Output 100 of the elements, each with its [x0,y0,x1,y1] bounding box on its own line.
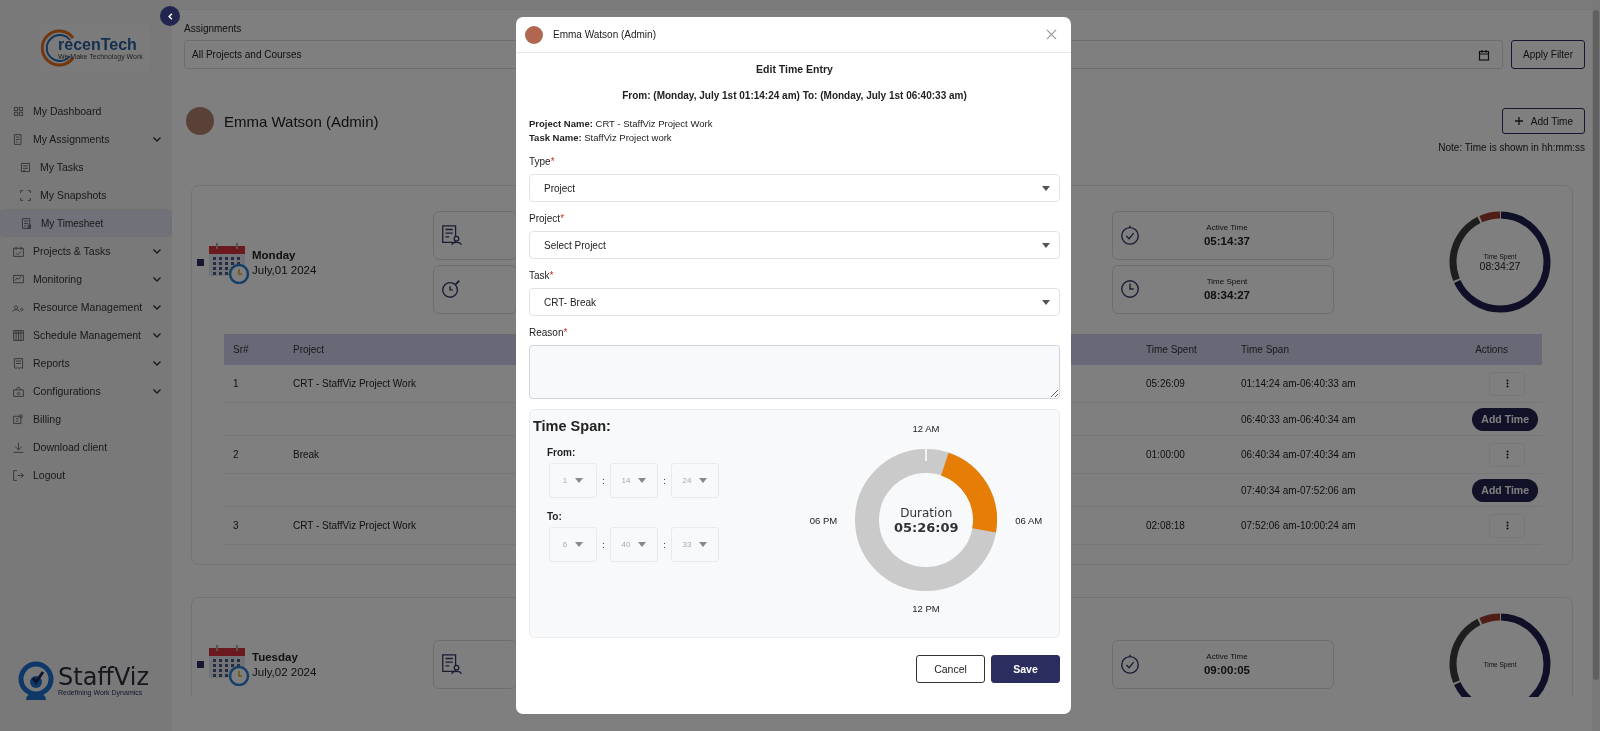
calendar-icon [1478,48,1490,61]
info-line: Task Name: StaffViz Project work [529,131,673,145]
cancel-button[interactable]: Cancel [916,655,985,683]
more-actions-button[interactable] [1489,513,1525,538]
caret-icon [1042,299,1050,305]
avatar [186,107,214,135]
time-format-note: Note: Time is shown in hh:mm:ss [1438,142,1585,153]
table-cell: 07:40:34 am-07:52:06 am [1241,484,1356,496]
dialog-user-name: Emma Watson (Admin) [553,29,656,40]
sidebar-item[interactable]: Resource Management [0,293,172,321]
sidebar-item[interactable]: My Tasks [0,153,172,181]
caret-icon [699,542,708,547]
sidebar-item[interactable]: My Timesheet [0,209,172,237]
field-label: Project* [529,213,566,224]
menu-item-icon [20,216,33,230]
stat-value: 08:34:27 [1203,289,1250,301]
sidebar-item[interactable]: My Assignments [0,125,172,153]
add-time-button[interactable]: Add Time [1472,478,1538,502]
avatar [525,25,543,44]
table-cell: 3 [233,520,239,531]
dial-label: 12 AM [912,423,940,434]
day-date: July,02 2024 [252,665,317,678]
ring-value: 08:34:27 [1479,259,1521,272]
table-cell: CRT - StaffViz Project Work [293,520,416,531]
clock-check-icon [1119,224,1141,246]
info-line: Project Name: CRT - StaffViz Project Work [529,117,714,131]
kebab-menu-icon [1505,521,1509,530]
caret-icon [1042,242,1050,248]
caret-icon [1042,185,1050,191]
dialog-title: Edit Time Entry [755,63,834,75]
select-field[interactable]: CRT- Break [529,288,1060,316]
field-label: Task* [529,270,555,281]
sidebar-item[interactable]: Reports [0,349,172,377]
sidebar-item[interactable]: Monitoring [0,265,172,293]
sidebar-item[interactable]: Download client [0,433,172,461]
sidebar-item[interactable]: My Dashboard [0,97,172,125]
scrollbar[interactable] [1592,0,1600,731]
table-cell: CRT - StaffViz Project Work [293,378,416,389]
apply-filter-button[interactable]: Apply Filter [1511,40,1585,69]
field-label: Type* [529,156,556,167]
section-title: Time Span: [533,418,612,434]
save-button[interactable]: Save [991,655,1060,683]
sidebar-item[interactable]: Configurations [0,377,172,405]
duration-label: Duration [900,505,953,520]
report-user-icon [440,224,462,246]
select-field[interactable]: Project [529,174,1060,202]
dial-label: 12 PM [912,603,940,614]
table-cell: Break [293,449,320,460]
calendar-clock-icon [208,240,250,284]
time-separator: : [662,475,667,486]
time-separator: : [662,539,667,550]
menu-item-icon [19,188,32,202]
menu-item-icon [12,328,25,342]
menu-item-icon [12,104,25,118]
menu-item-icon [12,412,25,426]
logo-gauge-icon [16,660,56,700]
time-label: To: [547,511,563,522]
caret-icon [575,478,584,483]
close-button[interactable] [1044,27,1059,42]
table-cell: 06:40:33 am-06:40:34 am [1241,413,1356,425]
menu-item-icon [12,440,25,454]
reason-field[interactable] [529,345,1060,399]
select-field[interactable]: Select Project [529,231,1060,259]
table-cell: 07:52:06 am-10:00:24 am [1241,520,1356,531]
table-cell: 01:00:00 [1146,449,1185,460]
menu-item-icon [12,132,25,146]
stat-value: 05:14:37 [1203,235,1250,247]
sidebar-item[interactable]: My Snapshots [0,181,172,209]
dial-label: 06 PM [809,514,838,526]
time-label: From: [547,447,577,458]
calendar-clock-icon [208,642,250,686]
stat-label: Active Time [1206,652,1248,661]
collapse-sidebar-button[interactable] [160,6,180,26]
stat-label: Active Time [1206,223,1248,232]
menu-item-icon [12,244,25,258]
duration-value: 05:26:09 [893,519,959,535]
time-separator: : [601,539,606,550]
dial-label: 06 AM [1015,514,1043,526]
sidebar-item[interactable]: Schedule Management [0,321,172,349]
menu-item-icon [12,272,25,286]
add-time-button[interactable]: Add Time [1472,407,1538,431]
add-time-button[interactable]: Add Time [1501,108,1585,134]
sidebar-item[interactable]: Projects & Tasks [0,237,172,265]
sidebar-item[interactable]: Logout [0,461,172,489]
table-cell: 06:40:34 am-07:40:34 am [1241,449,1356,460]
day-marker [197,660,204,668]
column-header: Actions [1475,344,1509,355]
sidebar-item[interactable]: Billing [0,405,172,433]
time-range-text: From: (Monday, July 1st 01:14:24 am) To: (Monday, July 1st 06:40:33 am) [621,90,968,101]
menu-item-icon [12,384,25,398]
column-header: Time Span [1241,344,1289,355]
table-cell: 2 [233,449,239,460]
caret-icon [638,542,647,547]
table-cell: 01:14:24 am-06:40:33 am [1241,378,1356,389]
clock-pencil-icon [440,278,462,300]
table-cell: 02:08:18 [1146,520,1185,531]
more-actions-button[interactable] [1489,371,1525,396]
stat-label: Time Spent [1206,277,1248,286]
kebab-menu-icon [1505,450,1509,459]
more-actions-button[interactable] [1489,442,1525,467]
